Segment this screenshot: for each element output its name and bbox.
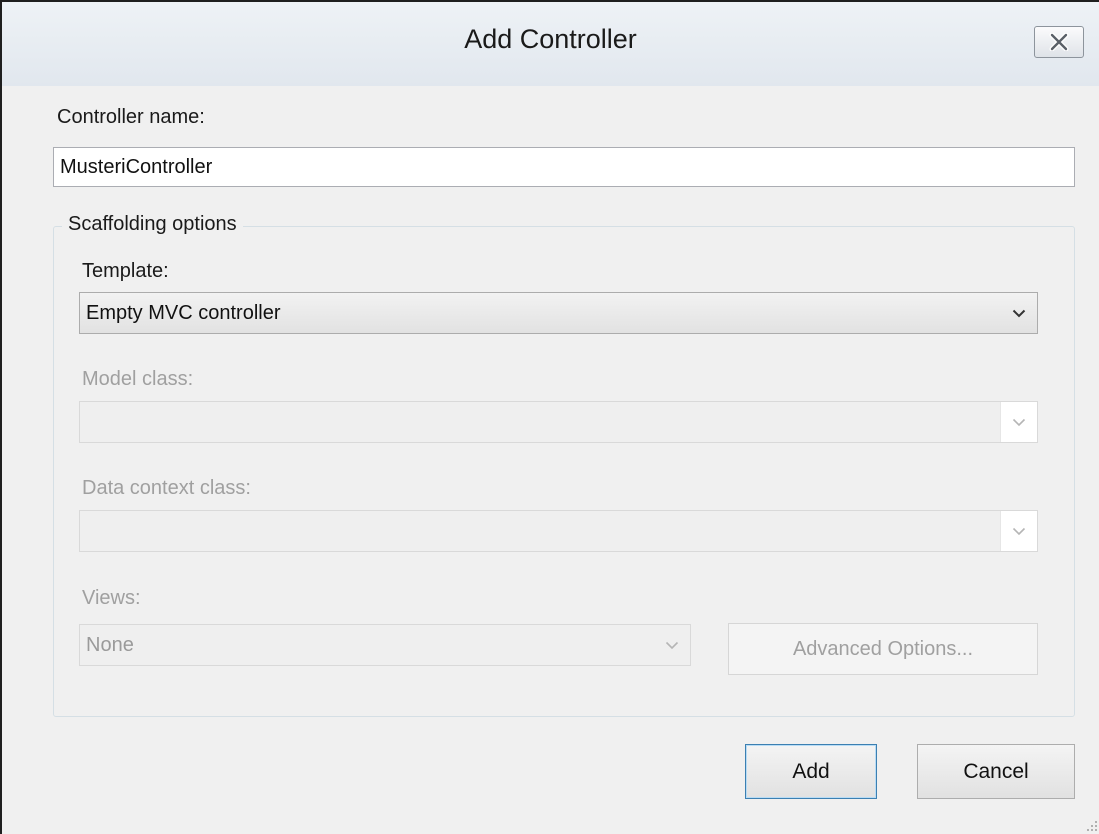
controller-name-input[interactable] <box>53 147 1075 187</box>
template-selected-value: Empty MVC controller <box>86 301 281 324</box>
model-class-label: Model class: <box>82 368 194 390</box>
views-selected-value: None <box>86 633 134 656</box>
model-class-dropdown[interactable] <box>79 401 1038 443</box>
dialog-title: Add Controller <box>464 24 637 54</box>
views-dropdown[interactable]: None <box>79 624 691 666</box>
chevron-down-icon <box>1012 418 1026 426</box>
resize-grip-icon[interactable] <box>1086 820 1098 832</box>
data-context-class-label: Data context class: <box>82 477 251 499</box>
chevron-down-icon <box>1012 527 1026 535</box>
close-icon <box>1049 33 1069 51</box>
controller-name-label: Controller name: <box>57 106 205 128</box>
data-context-class-dropdown[interactable] <box>79 510 1038 552</box>
template-label: Template: <box>82 260 169 282</box>
template-dropdown[interactable]: Empty MVC controller <box>79 292 1038 334</box>
chevron-down-icon <box>1012 309 1026 317</box>
add-button[interactable]: Add <box>745 744 877 799</box>
scaffolding-options-label: Scaffolding options <box>62 213 243 236</box>
close-button[interactable] <box>1034 26 1084 58</box>
chevron-down-icon <box>665 641 679 649</box>
title-bar[interactable]: Add Controller <box>2 2 1099 86</box>
cancel-button[interactable]: Cancel <box>917 744 1075 799</box>
views-label: Views: <box>82 587 141 609</box>
add-controller-dialog: Add Controller Controller name: Scaffold… <box>0 0 1099 834</box>
advanced-options-button[interactable]: Advanced Options... <box>728 623 1038 675</box>
